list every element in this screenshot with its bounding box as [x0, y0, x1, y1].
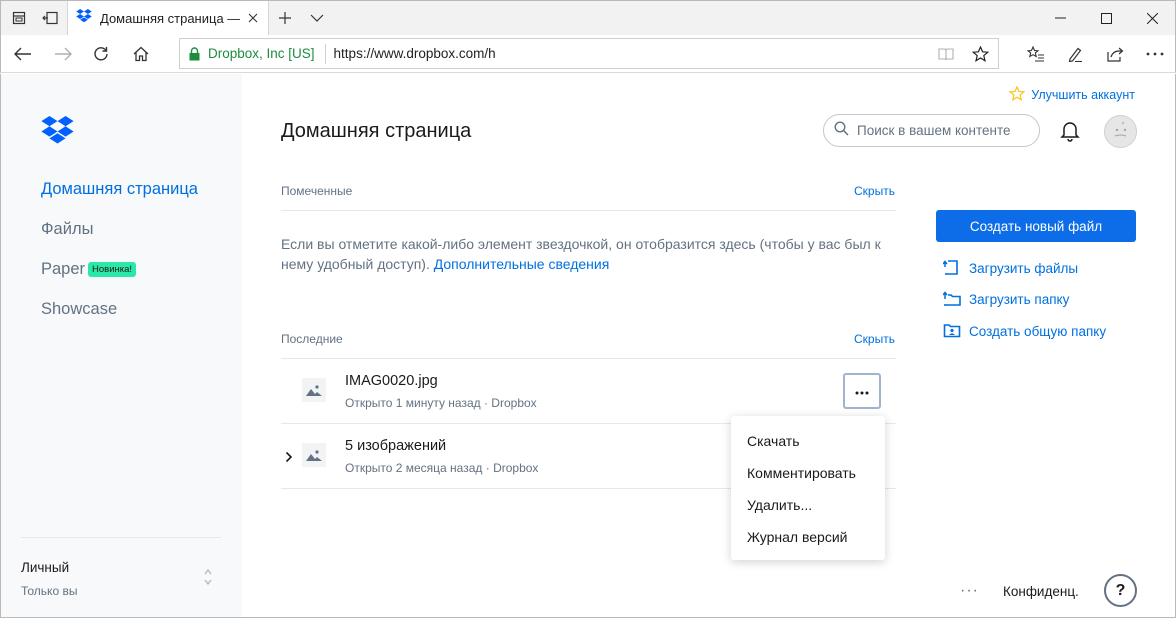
notifications-bell-icon[interactable] — [1060, 120, 1080, 147]
ellipsis-icon — [855, 382, 869, 400]
upload-files-label: Загрузить файлы — [969, 261, 1079, 276]
menu-item-download[interactable]: Скачать — [731, 425, 885, 457]
close-window-icon[interactable] — [1129, 1, 1175, 35]
account-switch-chevron-icon[interactable] — [204, 568, 212, 591]
dropbox-page: Домашняя страница Файлы Paper Новинка! Sh… — [0, 74, 1176, 618]
recent-section-label: Последние — [281, 332, 343, 346]
site-identity[interactable]: Dropbox, Inc [US] — [208, 46, 315, 61]
page-title: Домашняя страница — [281, 120, 472, 142]
set-tabs-aside-icon[interactable] — [34, 1, 66, 35]
sidebar-item-paper-label: Paper — [41, 260, 86, 278]
footer-more-button[interactable]: ··· — [960, 582, 979, 600]
sidebar-item-paper[interactable]: Paper Новинка! — [41, 260, 137, 279]
star-icon — [1008, 85, 1026, 104]
sidebar: Домашняя страница Файлы Paper Новинка! Sh… — [1, 74, 242, 617]
sidebar-item-files[interactable]: Файлы — [41, 220, 93, 239]
main-content: Улучшить аккаунт Домашняя страница Поиск… — [242, 74, 1175, 617]
address-separator — [324, 43, 326, 64]
settings-more-icon[interactable] — [1135, 37, 1175, 71]
file-meta: Открыто 2 месяца назад · Dropbox — [345, 461, 539, 475]
file-name[interactable]: 5 изображений — [345, 438, 446, 454]
tab-title: Домашняя страница — — [100, 11, 240, 26]
new-badge: Новинка! — [88, 262, 137, 277]
upgrade-account-link[interactable]: Улучшить аккаунт — [1008, 85, 1135, 104]
tab-list-chevron-icon[interactable] — [301, 1, 333, 35]
image-file-icon — [302, 378, 326, 402]
upload-file-icon — [942, 258, 961, 279]
more-actions-button[interactable] — [843, 373, 881, 409]
search-placeholder: Поиск в вашем контенте — [857, 123, 1011, 138]
sidebar-item-home[interactable]: Домашняя страница — [41, 180, 198, 199]
recent-file-row[interactable]: IMAG0020.jpg Открыто 1 минуту назад · Dr… — [281, 359, 896, 423]
browser-tab-bar: Домашняя страница — — [0, 0, 1176, 36]
address-bar[interactable]: Dropbox, Inc [US] https://www.dropbox.co… — [179, 38, 999, 69]
image-file-icon — [302, 443, 326, 467]
share-icon[interactable] — [1095, 37, 1135, 71]
starred-empty-message: Если вы отметите какой-либо элемент звез… — [281, 234, 896, 274]
create-shared-folder-label: Создать общую папку — [969, 324, 1107, 339]
menu-item-delete[interactable]: Удалить... — [731, 489, 885, 521]
new-tab-icon[interactable] — [269, 1, 301, 35]
starred-divider — [281, 210, 896, 211]
upload-folder-icon — [942, 290, 961, 309]
web-note-pen-icon[interactable] — [1055, 37, 1095, 71]
close-tab-icon[interactable] — [246, 11, 260, 25]
create-shared-folder-action[interactable]: Создать общую папку — [943, 322, 1106, 341]
file-meta: Открыто 1 минуту назад · Dropbox — [345, 396, 537, 410]
help-button[interactable]: ? — [1104, 574, 1137, 607]
home-icon[interactable] — [121, 37, 161, 71]
reading-view-icon[interactable] — [935, 44, 957, 64]
maximize-icon[interactable] — [1083, 1, 1129, 35]
recent-hide-link[interactable]: Скрыть — [854, 332, 895, 346]
menu-item-version-history[interactable]: Журнал версий — [731, 521, 885, 553]
dropbox-logo-icon[interactable] — [41, 116, 74, 150]
forward-arrow-icon[interactable] — [43, 37, 83, 71]
avatar[interactable] — [1104, 115, 1137, 148]
shared-folder-icon — [943, 322, 961, 341]
create-new-file-button[interactable]: Создать новый файл — [936, 210, 1136, 242]
tab-actions-icon[interactable] — [3, 1, 35, 35]
upload-files-action[interactable]: Загрузить файлы — [942, 258, 1079, 279]
account-name[interactable]: Личный — [21, 560, 69, 575]
privacy-link[interactable]: Конфиденц. — [1003, 584, 1079, 599]
starred-section-label: Помеченные — [281, 184, 353, 198]
favorite-star-icon[interactable] — [969, 44, 991, 64]
search-input[interactable]: Поиск в вашем контенте — [823, 114, 1040, 147]
browser-nav-bar: Dropbox, Inc [US] https://www.dropbox.co… — [0, 35, 1176, 73]
context-menu: Скачать Комментировать Удалить... Журнал… — [731, 416, 885, 560]
starred-hide-link[interactable]: Скрыть — [854, 184, 895, 198]
favorites-hub-icon[interactable] — [1016, 37, 1056, 71]
learn-more-link[interactable]: Дополнительные сведения — [434, 256, 610, 272]
dropbox-favicon-icon — [76, 9, 92, 28]
upload-folder-action[interactable]: Загрузить папку — [942, 290, 1070, 309]
tab-dropbox-home[interactable]: Домашняя страница — — [67, 1, 269, 36]
lock-icon — [189, 46, 200, 61]
address-url[interactable]: https://www.dropbox.com/h — [334, 46, 496, 61]
expand-chevron-icon[interactable] — [285, 450, 293, 468]
file-name[interactable]: IMAG0020.jpg — [345, 373, 438, 389]
search-icon — [834, 120, 849, 141]
menu-item-comment[interactable]: Комментировать — [731, 457, 885, 489]
minimize-icon[interactable] — [1037, 1, 1083, 35]
upgrade-account-label: Улучшить аккаунт — [1031, 88, 1135, 102]
refresh-icon[interactable] — [81, 37, 121, 71]
sidebar-item-showcase[interactable]: Showcase — [41, 300, 117, 319]
account-subtitle: Только вы — [21, 584, 78, 598]
sidebar-divider — [21, 537, 221, 538]
back-arrow-icon[interactable] — [3, 37, 43, 71]
upload-folder-label: Загрузить папку — [969, 292, 1070, 307]
